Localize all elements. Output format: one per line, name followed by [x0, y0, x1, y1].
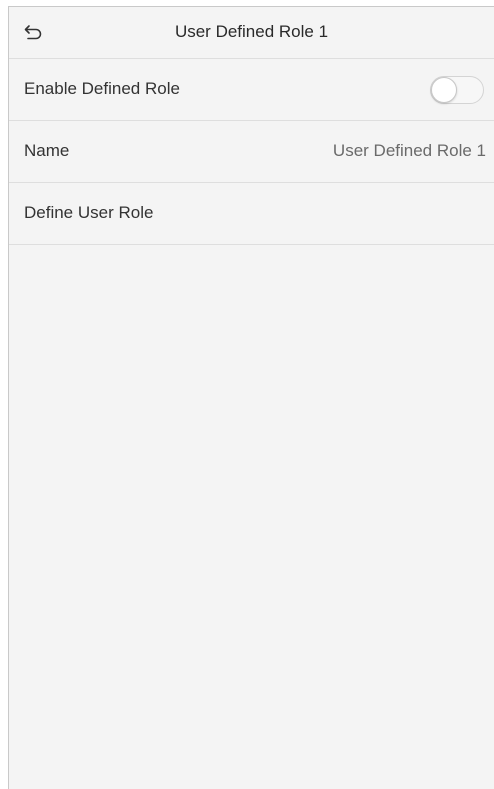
enable-defined-role-label: Enable Defined Role	[24, 79, 180, 98]
name-value: User Defined Role 1	[332, 141, 486, 160]
name-row[interactable]: Name User Defined Role 1	[9, 121, 494, 183]
define-user-role-label: Define User Role	[24, 203, 154, 222]
screen: User Defined Role 1 Enable Defined Role …	[8, 6, 494, 789]
toggle-knob	[431, 77, 457, 103]
enable-defined-role-toggle[interactable]	[430, 76, 484, 104]
enable-defined-role-row[interactable]: Enable Defined Role	[9, 59, 494, 121]
page-title: User Defined Role 1	[174, 22, 329, 41]
name-label: Name	[24, 141, 70, 160]
header-bar: User Defined Role 1	[9, 7, 494, 59]
define-user-role-row[interactable]: Define User Role	[9, 183, 494, 245]
